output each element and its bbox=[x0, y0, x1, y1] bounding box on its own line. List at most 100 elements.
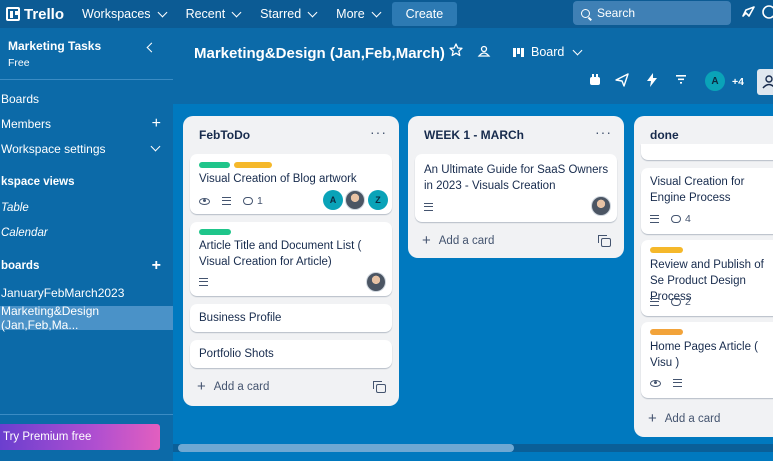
comment-icon bbox=[671, 215, 681, 223]
nav-workspaces[interactable]: Workspaces bbox=[72, 0, 176, 28]
send-icon[interactable] bbox=[614, 73, 630, 89]
sidebar-item-calendar[interactable]: Calendar bbox=[0, 221, 173, 245]
comment-icon bbox=[243, 197, 253, 205]
comments-badge: 1 bbox=[243, 195, 263, 207]
card[interactable]: Visual Creation for Engine Process 4 bbox=[641, 168, 773, 234]
automation-icon[interactable] bbox=[644, 73, 660, 89]
add-member-icon[interactable]: + bbox=[152, 116, 161, 132]
label-yellow[interactable] bbox=[650, 247, 683, 253]
board-view-switcher[interactable]: Board bbox=[513, 45, 583, 59]
board-title[interactable]: Marketing&Design (Jan,Feb,March) bbox=[194, 45, 445, 62]
sidebar-item-workspace-settings[interactable]: Workspace settings bbox=[0, 137, 173, 161]
workspace-name: Marketing Tasks bbox=[8, 39, 102, 53]
label-green[interactable] bbox=[199, 162, 230, 168]
board-header: Marketing&Design (Jan,Feb,March) Board A… bbox=[173, 28, 773, 104]
list-title[interactable]: FebToDo bbox=[199, 128, 250, 142]
add-card-button[interactable]: + Add a card bbox=[648, 411, 720, 426]
search-input[interactable]: Search bbox=[573, 1, 731, 25]
list-menu-icon[interactable]: ··· bbox=[370, 124, 387, 140]
sidebar-item-table[interactable]: Table bbox=[0, 196, 173, 220]
card[interactable]: Portfolio Shots bbox=[190, 340, 392, 368]
sidebar-item-label: Workspace settings bbox=[1, 142, 106, 156]
card-title: Visual Creation for Engine Process bbox=[650, 176, 745, 204]
add-card-button[interactable]: + Add a card bbox=[197, 379, 270, 394]
board-scrollbar-thumb[interactable] bbox=[178, 444, 514, 452]
list-febtodo: FebToDo ··· Visual Creation of Blog artw… bbox=[183, 116, 399, 406]
member-avatar[interactable]: Z bbox=[368, 190, 388, 210]
sidebar-item-board-marketing-design[interactable]: Marketing&Design (Jan,Feb,Ma... bbox=[0, 304, 173, 332]
add-board-icon[interactable]: + bbox=[152, 258, 161, 274]
workspace-visibility-icon[interactable] bbox=[477, 44, 491, 61]
notifications-icon[interactable] bbox=[739, 4, 757, 22]
card-title: Visual Creation of Blog artwork bbox=[199, 173, 357, 185]
description-icon bbox=[199, 278, 208, 286]
nav-starred-label: Starred bbox=[260, 7, 302, 21]
sidebar-item-label: Table bbox=[1, 202, 29, 214]
label-orange[interactable] bbox=[650, 329, 683, 335]
label-yellow[interactable] bbox=[234, 162, 272, 168]
comments-badge: 2 bbox=[671, 296, 691, 308]
nav-starred[interactable]: Starred bbox=[250, 0, 326, 28]
member-avatar-photo[interactable] bbox=[345, 190, 365, 210]
add-card-label: Add a card bbox=[213, 381, 270, 393]
card-title: Home Pages Article ( Visu ) bbox=[650, 341, 759, 369]
card[interactable]: Business Profile bbox=[190, 304, 392, 332]
board-view-icon bbox=[513, 47, 525, 57]
description-icon bbox=[673, 379, 682, 387]
card-badges bbox=[199, 278, 208, 286]
comment-count: 1 bbox=[257, 195, 263, 207]
add-card-button[interactable]: + Add a card bbox=[422, 233, 494, 248]
power-ups-icon[interactable] bbox=[587, 73, 603, 89]
nav-recent[interactable]: Recent bbox=[176, 0, 251, 28]
top-navigation-bar: Trello Workspaces Recent Starred More Cr… bbox=[0, 0, 773, 28]
member-avatar[interactable]: A bbox=[705, 71, 725, 91]
card[interactable]: Review and Publish of Se Product Design … bbox=[641, 240, 773, 316]
board-view-label: Board bbox=[531, 45, 565, 59]
card[interactable]: An Ultimate Guide for SaaS Owners in 202… bbox=[415, 154, 617, 222]
chevron-down-icon bbox=[150, 141, 161, 152]
chevron-down-icon bbox=[572, 45, 583, 55]
sidebar-section-workspace-views: kspace views bbox=[0, 170, 173, 194]
sidebar-item-label: Members bbox=[1, 117, 52, 131]
list-menu-icon[interactable]: ··· bbox=[595, 124, 612, 140]
card-title: An Ultimate Guide for SaaS Owners in 202… bbox=[424, 164, 609, 192]
member-avatar[interactable]: A bbox=[323, 190, 343, 210]
card[interactable]: Article Title and Document List ( Visual… bbox=[190, 222, 392, 296]
member-avatar-photo[interactable] bbox=[366, 272, 386, 292]
info-icon[interactable] bbox=[760, 4, 773, 22]
card-title: Portfolio Shots bbox=[199, 348, 274, 360]
card[interactable]: Visual Creation of Blog artwork 1 A Z bbox=[190, 154, 392, 214]
sidebar-item-board-januaryfebmarch2023[interactable]: JanuaryFebMarch2023 bbox=[0, 281, 173, 305]
list-title[interactable]: done bbox=[650, 128, 679, 142]
chevron-down-icon bbox=[307, 7, 318, 17]
create-from-template-icon[interactable] bbox=[598, 235, 611, 247]
filter-icon[interactable] bbox=[673, 73, 689, 89]
create-button[interactable]: Create bbox=[391, 2, 458, 26]
create-from-template-icon[interactable] bbox=[373, 381, 386, 393]
trello-logo-icon bbox=[6, 7, 20, 21]
member-avatar-photo[interactable] bbox=[591, 196, 611, 216]
watching-icon bbox=[650, 379, 661, 387]
sidebar-item-label: Boards bbox=[1, 92, 40, 106]
search-placeholder: Search bbox=[597, 6, 636, 20]
nav-workspaces-label: Workspaces bbox=[82, 7, 151, 21]
card-title: Article Title and Document List ( Visual… bbox=[199, 240, 362, 268]
nav-recent-label: Recent bbox=[185, 7, 226, 21]
card-title: Business Profile bbox=[199, 312, 282, 324]
star-icon[interactable] bbox=[449, 43, 463, 61]
nav-more[interactable]: More bbox=[326, 0, 389, 28]
card-partial[interactable] bbox=[641, 144, 773, 160]
list-title[interactable]: WEEK 1 - MARCh bbox=[424, 128, 524, 142]
chevron-down-icon bbox=[157, 7, 168, 17]
trello-logo[interactable]: Trello bbox=[0, 0, 72, 28]
card-badges bbox=[424, 203, 433, 211]
sidebar-item-boards[interactable]: Boards bbox=[0, 87, 173, 111]
card[interactable]: Home Pages Article ( Visu ) bbox=[641, 322, 773, 398]
try-premium-button[interactable]: Try Premium free bbox=[0, 424, 160, 450]
label-green[interactable] bbox=[199, 229, 231, 235]
more-members-count[interactable]: +4 bbox=[732, 76, 744, 88]
share-button[interactable] bbox=[757, 69, 773, 95]
search-icon bbox=[581, 8, 590, 18]
list-week1-march: WEEK 1 - MARCh ··· An Ultimate Guide for… bbox=[408, 116, 624, 258]
sidebar-item-members[interactable]: Members + bbox=[0, 112, 173, 136]
